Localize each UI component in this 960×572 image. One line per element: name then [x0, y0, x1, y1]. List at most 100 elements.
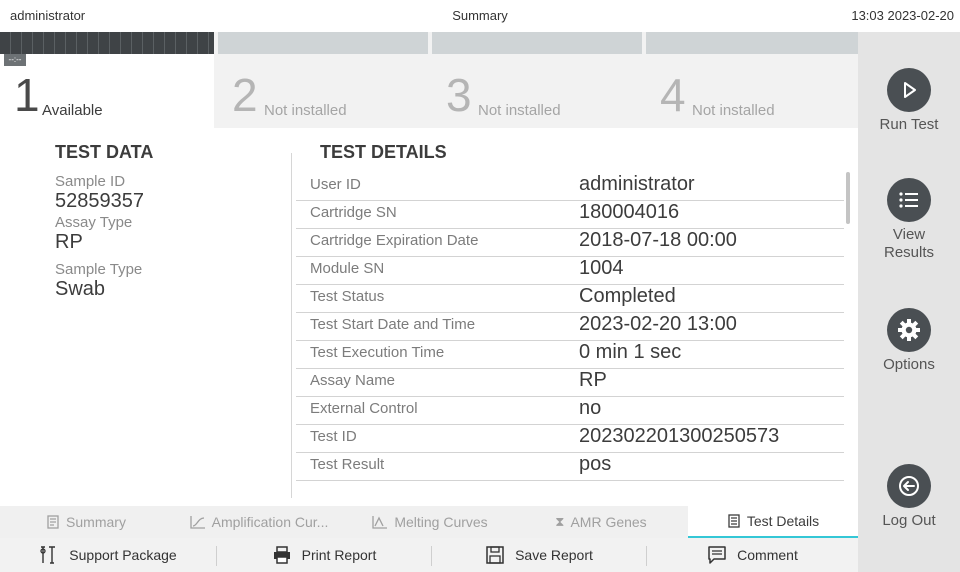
detail-row: User ID administrator [296, 172, 844, 201]
detail-label: Test Result [310, 456, 385, 473]
assay-type-value: RP [55, 231, 83, 253]
detail-value: no [579, 397, 602, 419]
support-package-label: Support Package [69, 547, 177, 563]
module-number: 2 [232, 69, 258, 121]
document-icon [47, 515, 59, 529]
detail-label: Test Start Date and Time [310, 316, 476, 333]
print-report-label: Print Report [301, 547, 377, 563]
summary-tabs: Summary Amplification Cur... Melting Cur… [0, 506, 858, 538]
detail-value: Completed [579, 285, 676, 307]
tab-summary-label: Summary [66, 514, 126, 530]
tab-amr-genes[interactable]: ⧗ AMR Genes [516, 506, 686, 538]
tab-amr-label: AMR Genes [570, 514, 647, 530]
detail-row: Cartridge Expiration Date 2018-07-18 00:… [296, 228, 844, 257]
logout-icon [887, 464, 931, 508]
page-title: Summary [452, 8, 508, 23]
module-status: Not installed [478, 102, 561, 119]
options-label: Options [883, 356, 935, 373]
summary-content: TEST DATA Sample ID 52859357 Assay Type … [0, 128, 858, 506]
detail-row: Cartridge SN 180004016 [296, 200, 844, 229]
view-results-button[interactable]: View Results [858, 178, 960, 262]
module-status: Available [42, 102, 103, 119]
detail-row: Module SN 1004 [296, 256, 844, 285]
detail-value: 0 min 1 sec [579, 341, 682, 363]
module-progress-strip [0, 32, 214, 54]
module-number: 1 [14, 69, 40, 121]
detail-row: Assay Name RP [296, 368, 844, 397]
detail-value: administrator [579, 173, 695, 195]
detail-value: 180004016 [579, 201, 680, 223]
run-test-label: Run Test [879, 116, 939, 133]
clock: 13:03 2023-02-20 [851, 8, 954, 23]
gear-icon [887, 308, 931, 352]
details-scrollbar[interactable] [846, 172, 850, 224]
module-tab-3[interactable]: 3 Not installed [432, 32, 642, 128]
view-results-label: View Results [883, 226, 935, 261]
test-details-heading: TEST DETAILS [320, 142, 447, 162]
test-details-panel[interactable]: TEST DETAILS User ID administrator Cartr… [296, 142, 844, 506]
detail-label: Module SN [310, 260, 385, 277]
save-report-button[interactable]: Save Report [432, 538, 646, 572]
detail-label: Test Execution Time [310, 344, 445, 361]
tab-test-details[interactable]: Test Details [688, 506, 858, 538]
detail-value: 202302201300250573 [579, 425, 780, 447]
detail-row: Test Execution Time 0 min 1 sec [296, 340, 844, 369]
test-data-panel: TEST DATA Sample ID 52859357 Assay Type … [55, 142, 275, 300]
tools-icon [40, 546, 56, 564]
module-tabs: --:-- 1 Available 2 Not installed 3 Not … [0, 32, 858, 128]
side-panel: Run Test View Results Options Log Out [858, 32, 960, 572]
peak-icon [372, 516, 388, 529]
module-tab-2[interactable]: 2 Not installed [218, 32, 428, 128]
comment-button[interactable]: Comment [647, 538, 858, 572]
play-icon [887, 68, 931, 112]
sample-id-value: 52859357 [55, 190, 144, 212]
tab-summary[interactable]: Summary [0, 506, 172, 538]
printer-icon [273, 546, 290, 564]
comment-icon [708, 546, 726, 564]
detail-label: Test Status [310, 288, 385, 305]
details-icon [728, 514, 740, 528]
module-status: Not installed [264, 102, 347, 119]
save-icon [486, 546, 504, 564]
detail-label: Cartridge Expiration Date [310, 232, 479, 249]
detail-label: External Control [310, 400, 418, 417]
action-bar: Support Package Print Report Save Report… [0, 538, 858, 572]
log-out-button[interactable]: Log Out [858, 464, 960, 530]
module-tab-1[interactable]: --:-- 1 Available [0, 32, 214, 128]
detail-label: Test ID [310, 428, 357, 445]
module-number: 3 [446, 69, 472, 121]
print-report-button[interactable]: Print Report [217, 538, 431, 572]
detail-row: Test Start Date and Time 2023-02-20 13:0… [296, 312, 844, 341]
save-report-label: Save Report [515, 547, 593, 563]
list-icon [887, 178, 931, 222]
run-test-button[interactable]: Run Test [858, 68, 960, 134]
curve-icon [189, 516, 205, 529]
sample-type-label: Sample Type [55, 261, 143, 278]
detail-value: pos [579, 453, 612, 475]
tab-melting-label: Melting Curves [394, 514, 488, 530]
module-timer-badge: --:-- [4, 54, 26, 66]
detail-value: RP [579, 369, 607, 391]
tab-melting-curves[interactable]: Melting Curves [346, 506, 514, 538]
sample-id-label: Sample ID [55, 173, 126, 190]
status-bar: administrator Summary 13:03 2023-02-20 [0, 0, 960, 32]
tab-amplification-curves[interactable]: Amplification Cur... [174, 506, 344, 538]
support-package-button[interactable]: Support Package [0, 538, 216, 572]
detail-label: Cartridge SN [310, 204, 397, 221]
options-button[interactable]: Options [858, 308, 960, 374]
module-number: 4 [660, 69, 686, 121]
detail-row: Test ID 202302201300250573 [296, 424, 844, 453]
module-status: Not installed [692, 102, 775, 119]
tab-amplification-label: Amplification Cur... [211, 514, 329, 530]
detail-label: Assay Name [310, 372, 396, 389]
comment-label: Comment [737, 547, 798, 563]
hourglass-icon: ⧗ [555, 514, 565, 529]
detail-value: 1004 [579, 257, 624, 279]
test-data-heading: TEST DATA [55, 142, 154, 162]
tab-test-details-label: Test Details [746, 513, 820, 529]
module-tab-4[interactable]: 4 Not installed [646, 32, 858, 128]
detail-value: 2018-07-18 00:00 [579, 229, 737, 251]
detail-row: Test Result pos [296, 452, 844, 481]
detail-value: 2023-02-20 13:00 [579, 313, 737, 335]
detail-row: External Control no [296, 396, 844, 425]
